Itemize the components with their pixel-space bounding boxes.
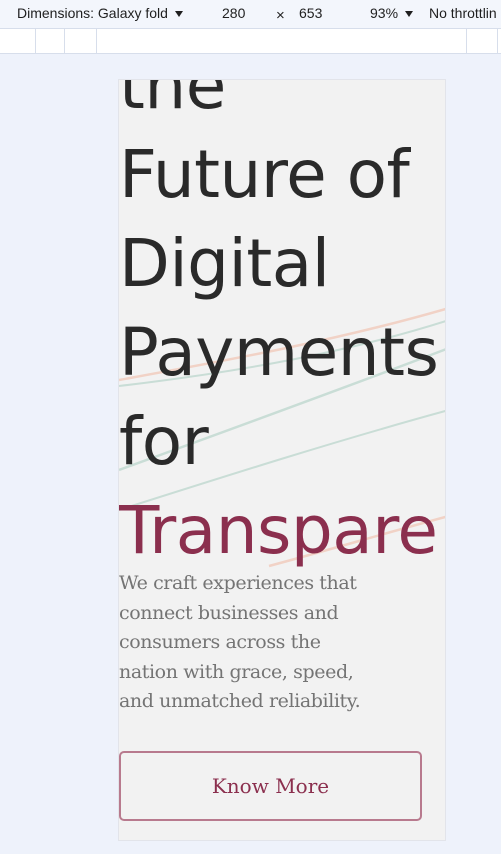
hero-subtitle: We craft experiences that connect busine…	[119, 572, 361, 712]
chevron-down-icon	[405, 10, 414, 17]
device-viewport: the Future of Digital Payments for Trans…	[118, 79, 446, 841]
ruler-segment[interactable]	[96, 29, 97, 53]
zoom-dropdown[interactable]: 93%	[370, 5, 414, 21]
know-more-button[interactable]: Know More	[119, 751, 422, 821]
height-value: 653	[299, 5, 323, 21]
media-query-ruler	[0, 29, 501, 54]
dimensions-dropdown[interactable]: Dimensions: Galaxy fold	[17, 5, 183, 21]
throttling-dropdown[interactable]: No throttlin	[429, 5, 497, 21]
width-input[interactable]: 280	[222, 5, 245, 21]
chevron-down-icon	[174, 10, 183, 17]
device-toolbar: Dimensions: Galaxy fold 280 × 653 93% No…	[0, 0, 501, 29]
ruler-segment[interactable]	[35, 29, 36, 53]
hero-title-accent: Transpare	[119, 492, 438, 569]
hero-title-line: the	[119, 79, 226, 124]
zoom-value: 93%	[370, 5, 399, 21]
hero-title-line: Digital	[119, 225, 330, 302]
ruler-segment[interactable]	[497, 29, 498, 53]
ruler-segment[interactable]	[466, 29, 467, 53]
throttling-label: No throttlin	[429, 5, 497, 21]
hero-title-line: Future of	[119, 136, 410, 213]
hero-title-line: Payments	[119, 314, 439, 391]
width-value: 280	[222, 5, 246, 21]
height-input[interactable]: 653	[299, 5, 322, 21]
hero-title-line: for	[119, 403, 209, 480]
hero-title: the Future of Digital Payments for Trans…	[119, 79, 439, 575]
times-icon: ×	[276, 7, 285, 24]
ruler-segment[interactable]	[64, 29, 65, 53]
dimensions-label: Dimensions: Galaxy fold	[17, 5, 168, 21]
